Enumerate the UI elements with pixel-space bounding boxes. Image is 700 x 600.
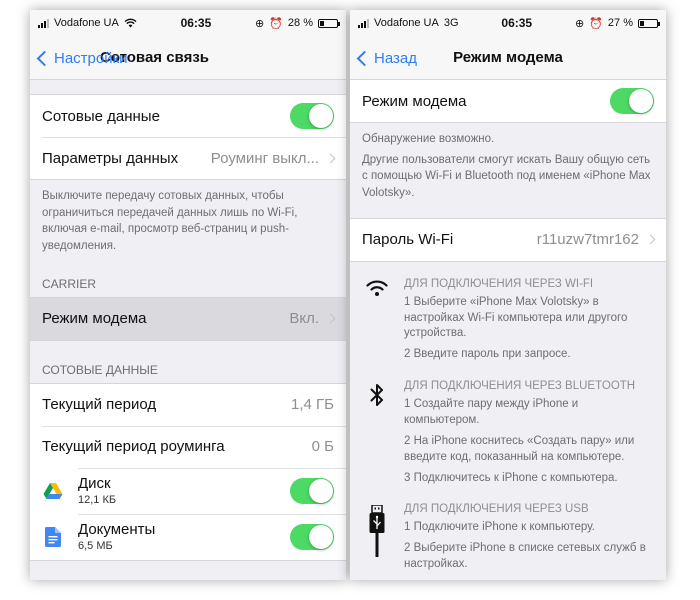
- instruction-step: 2 Введите пароль при запросе.: [404, 348, 571, 361]
- wifi-password-value: r11uzw7tmr162: [536, 231, 639, 249]
- roaming-period-value: 0 Б: [311, 438, 334, 456]
- status-bar: Vodafone UA 06:35 ⊕ ⏰ 28 %: [30, 10, 346, 36]
- chevron-right-icon: [645, 234, 656, 245]
- status-time: 06:35: [180, 16, 212, 30]
- navigation-bar: Назад Режим модема: [350, 36, 666, 80]
- app-size: 12,1 КБ: [78, 494, 117, 507]
- usage-group: Текущий период 1,4 ГБ Текущий период роу…: [30, 382, 346, 561]
- signal-strength-icon: [38, 18, 49, 28]
- network-type: 3G: [443, 17, 459, 29]
- current-period-label: Текущий период: [42, 396, 157, 414]
- battery-percent: 28 %: [287, 17, 313, 29]
- usb-instructions: ДЛЯ ПОДКЛЮЧЕНИЯ ЧЕРЕЗ USB 1 Подключите i…: [350, 493, 666, 580]
- personal-hotspot-row[interactable]: Режим модема Вкл.: [30, 297, 346, 340]
- wifi-password-row[interactable]: Пароль Wi-Fi r11uzw7tmr162: [350, 219, 666, 261]
- orientation-lock-icon: ⊕: [574, 17, 585, 30]
- orientation-lock-icon: ⊕: [254, 17, 265, 30]
- cellular-data-note: Выключите передачу сотовых данных, чтобы…: [42, 190, 298, 253]
- bluetooth-instructions: ДЛЯ ПОДКЛЮЧЕНИЯ ЧЕРЕЗ BLUETOOTH 1 Создай…: [350, 370, 666, 493]
- data-options-value: Роуминг выкл...: [210, 149, 319, 167]
- chevron-right-icon: [325, 313, 336, 324]
- google-drive-icon: [42, 480, 64, 502]
- alarm-icon: ⏰: [589, 17, 603, 30]
- chevron-left-icon: [356, 50, 373, 66]
- personal-hotspot-screen: Vodafone UA 3G 06:35 ⊕ ⏰ 27 % Назад Режи…: [350, 10, 666, 580]
- status-time: 06:35: [501, 16, 533, 30]
- app-name: Диск: [78, 475, 111, 493]
- instruction-title: ДЛЯ ПОДКЛЮЧЕНИЯ ЧЕРЕЗ BLUETOOTH: [404, 380, 636, 393]
- alarm-icon: ⏰: [269, 17, 283, 30]
- carrier-group: Режим модема Вкл.: [30, 296, 346, 341]
- battery-icon: [637, 18, 660, 28]
- chevron-right-icon: [325, 153, 336, 163]
- status-bar: Vodafone UA 3G 06:35 ⊕ ⏰ 27 %: [350, 10, 666, 36]
- usb-icon: [369, 505, 385, 558]
- current-period-row: Текущий период 1,4 ГБ: [30, 384, 346, 426]
- wifi-instructions: ДЛЯ ПОДКЛЮЧЕНИЯ ЧЕРЕЗ WI-FI 1 Выберите «…: [350, 268, 666, 370]
- instruction-step: 2 Выберите iPhone в списке сетевых служб…: [404, 542, 646, 571]
- wifi-password-group: Пароль Wi-Fi r11uzw7tmr162: [350, 217, 666, 262]
- navigation-bar: Настройки Сотовая связь: [30, 36, 346, 80]
- app-size: 6,5 МБ: [78, 540, 113, 553]
- back-button-label: Настройки: [54, 49, 128, 67]
- hotspot-group: Режим модема: [350, 80, 666, 123]
- cellular-data-group: Сотовые данные Параметры данных Роуминг …: [30, 94, 346, 180]
- personal-hotspot-label: Режим модема: [42, 310, 147, 328]
- app-name: Документы: [78, 521, 156, 539]
- chevron-left-icon: [36, 50, 53, 66]
- instruction-title: ДЛЯ ПОДКЛЮЧЕНИЯ ЧЕРЕЗ WI-FI: [404, 277, 594, 290]
- wifi-status-icon: [124, 18, 137, 28]
- battery-icon: [317, 18, 340, 28]
- data-options-label: Параметры данных: [42, 149, 179, 167]
- personal-hotspot-row: Режим модема: [350, 80, 666, 122]
- back-button[interactable]: Настройки: [36, 36, 128, 80]
- google-docs-icon: [42, 526, 64, 548]
- cellular-settings-screen: Vodafone UA 06:35 ⊕ ⏰ 28 % Настройки Сот…: [30, 10, 346, 580]
- data-options-row[interactable]: Параметры данных Роуминг выкл...: [30, 137, 346, 179]
- cellular-data-label: Сотовые данные: [42, 107, 160, 125]
- battery-percent: 27 %: [607, 17, 633, 29]
- roaming-period-row: Текущий период роуминга 0 Б: [30, 425, 346, 468]
- instruction-step: 1 Создайте пару между iPhone и компьютер…: [404, 398, 579, 426]
- discovery-detail: Другие пользователи смогут искать Вашу о…: [362, 153, 651, 200]
- back-button[interactable]: Назад: [356, 36, 417, 80]
- instruction-step: 3 Подключитесь к iPhone с компьютера.: [404, 471, 618, 484]
- docs-data-toggle[interactable]: [290, 523, 334, 550]
- roaming-period-label: Текущий период роуминга: [42, 438, 225, 456]
- discovery-note: Обнаружение возможно.: [362, 133, 495, 145]
- wifi-icon: [366, 280, 388, 296]
- cellular-data-row: Сотовые данные: [30, 95, 346, 137]
- cellular-data-section-header: СОТОВЫЕ ДАННЫЕ: [42, 362, 158, 377]
- cellular-data-toggle[interactable]: [290, 103, 334, 129]
- bluetooth-icon: [370, 384, 383, 407]
- instruction-step: 1 Выберите «iPhone Max Volotsky» в настр…: [404, 295, 628, 340]
- back-button-label: Назад: [374, 49, 417, 67]
- personal-hotspot-toggle[interactable]: [610, 88, 654, 114]
- personal-hotspot-value: Вкл.: [289, 310, 319, 328]
- current-period-value: 1,4 ГБ: [291, 396, 334, 414]
- carrier-section-header: CARRIER: [42, 276, 97, 291]
- instruction-title: ДЛЯ ПОДКЛЮЧЕНИЯ ЧЕРЕЗ USB: [404, 503, 589, 516]
- carrier-name: Vodafone UA: [54, 17, 119, 29]
- instruction-step: 1 Подключите iPhone к компьютеру.: [404, 521, 595, 534]
- carrier-name: Vodafone UA: [374, 17, 439, 29]
- app-row-drive: Диск 12,1 КБ: [30, 467, 346, 514]
- signal-strength-icon: [358, 18, 369, 28]
- wifi-password-label: Пароль Wi-Fi: [362, 231, 454, 249]
- instruction-step: 2 На iPhone коснитесь «Создать пару» или…: [404, 434, 635, 463]
- personal-hotspot-label: Режим модема: [362, 92, 467, 110]
- drive-data-toggle[interactable]: [290, 477, 334, 504]
- app-row-docs: Документы 6,5 МБ: [30, 513, 346, 560]
